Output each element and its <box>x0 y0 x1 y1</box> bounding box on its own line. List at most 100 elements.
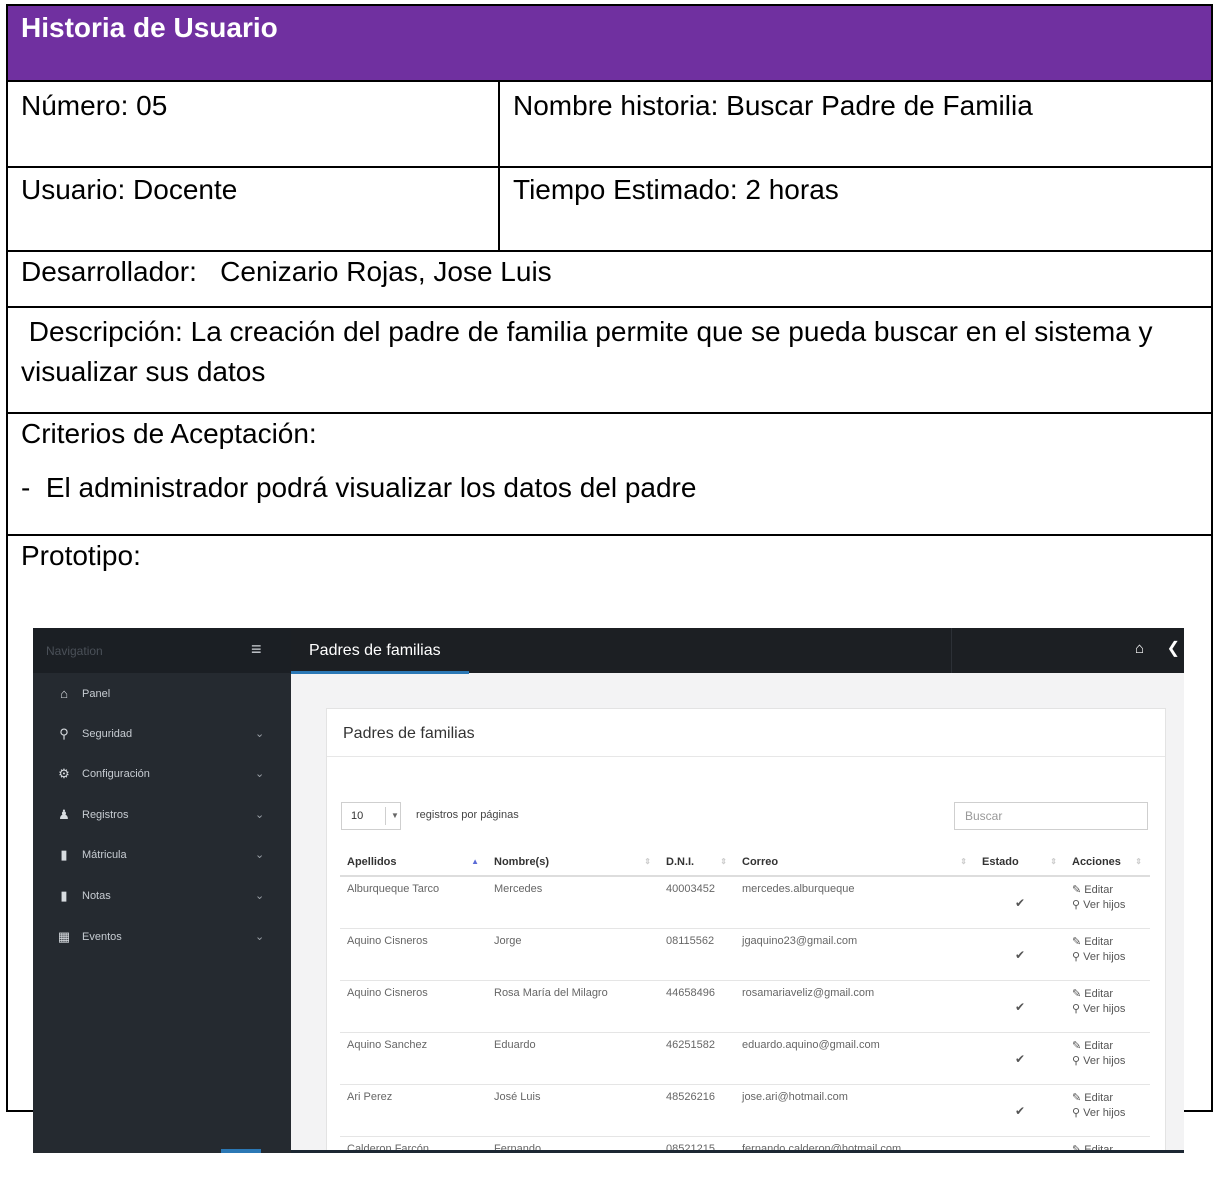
edit-label: Editar <box>1084 1040 1114 1052</box>
sidebar-item-registros[interactable]: ♟ Registros ⌄ <box>33 807 291 847</box>
column-label: Apellidos <box>347 856 397 868</box>
sidebar-item-label: Panel <box>82 688 111 700</box>
developer-text: Desarrollador: Cenizario Rojas, Jose Lui… <box>21 256 552 287</box>
sort-icon: ⇕ <box>960 857 967 866</box>
story-description: Descripción: La creación del padre de fa… <box>5 306 1213 414</box>
cell-nombres: Jorge <box>487 928 659 981</box>
check-icon: ✔ <box>1014 1103 1026 1118</box>
story-developer: Desarrollador: Cenizario Rojas, Jose Lui… <box>5 250 1213 308</box>
cell-correo: mercedes.alburqueque <box>735 876 975 929</box>
view-children-link[interactable]: ⚲ Ver hijos <box>1072 1002 1143 1017</box>
chevron-down-icon: ⌄ <box>255 809 265 821</box>
search-icon: ⚲ <box>1072 1107 1081 1119</box>
chevron-left-icon[interactable]: ❮ <box>1167 638 1180 658</box>
sidebar-item-label: Configuración <box>82 768 150 780</box>
page-title: Padres de familias <box>309 642 441 659</box>
view-children-link[interactable]: ⚲ Ver hijos <box>1072 1054 1143 1069</box>
page-length-select[interactable]: 10 ▼ <box>341 802 401 830</box>
edit-link[interactable]: ✎ Editar <box>1072 883 1143 898</box>
chevron-down-icon: ⌄ <box>255 849 265 861</box>
table-row: Alburqueque Tarco Mercedes 40003452 merc… <box>340 876 1150 929</box>
sidebar-item-eventos[interactable]: ▦ Eventos ⌄ <box>33 929 291 969</box>
table-row: Aquino Cisneros Rosa María del Milagro 4… <box>340 980 1150 1033</box>
pencil-icon: ✎ <box>1072 1092 1082 1104</box>
column-label: D.N.I. <box>666 856 695 868</box>
cell-nombres: Mercedes <box>487 876 659 929</box>
edit-label: Editar <box>1084 988 1114 1000</box>
view-children-link[interactable]: ⚲ Ver hijos <box>1072 950 1143 965</box>
cell-dni: 40003452 <box>659 876 735 929</box>
cell-estado: ✔ <box>975 980 1065 1033</box>
home-icon[interactable]: ⌂ <box>1135 640 1144 657</box>
sidebar: Navigation ≡ ⌂ Panel ⚲ Seguridad ⌄ ⚙ Con… <box>33 628 291 1153</box>
page-length-label: registros por páginas <box>416 809 519 821</box>
sidebar-item-seguridad[interactable]: ⚲ Seguridad ⌄ <box>33 726 291 766</box>
cell-estado: ✔ <box>975 1032 1065 1085</box>
chevron-down-icon: ⌄ <box>255 728 265 740</box>
sidebar-item-panel[interactable]: ⌂ Panel <box>33 686 291 726</box>
story-user: Usuario: Docente <box>6 166 500 252</box>
topbar-divider <box>951 628 952 673</box>
column-header-acciones[interactable]: Acciones ⇕ <box>1065 849 1150 877</box>
cell-correo: eduardo.aquino@gmail.com <box>735 1032 975 1085</box>
column-header-nombres[interactable]: Nombre(s) ⇕ <box>487 849 659 877</box>
column-header-estado[interactable]: Estado ⇕ <box>975 849 1065 877</box>
column-label: Acciones <box>1072 856 1121 868</box>
pencil-icon: ✎ <box>1072 884 1082 896</box>
table-row: Aquino Sanchez Eduardo 46251582 eduardo.… <box>340 1032 1150 1085</box>
cell-apellidos: Aquino Cisneros <box>340 928 487 981</box>
cell-acciones: ✎ Editar ⚲ Ver hijos <box>1065 1084 1150 1137</box>
view-children-link[interactable]: ⚲ Ver hijos <box>1072 898 1143 913</box>
sidebar-item-label: Mátricula <box>82 849 127 861</box>
search-input[interactable]: Buscar <box>954 802 1148 830</box>
sidebar-item-notas[interactable]: ▮ Notas ⌄ <box>33 888 291 928</box>
edit-link[interactable]: ✎ Editar <box>1072 1091 1143 1106</box>
story-estimated-time: Tiempo Estimado: 2 horas <box>497 166 1213 252</box>
parents-table: Apellidos ▲ Nombre(s) ⇕ D.N.I. ⇕ Correo ⇕ Es… <box>340 849 1150 1153</box>
sidebar-item-matricula[interactable]: ▮ Mátricula ⌄ <box>33 847 291 887</box>
table-header-row: Apellidos ▲ Nombre(s) ⇕ D.N.I. ⇕ Correo ⇕ Es… <box>340 849 1150 877</box>
edit-label: Editar <box>1084 884 1114 896</box>
edit-link[interactable]: ✎ Editar <box>1072 987 1143 1002</box>
cell-acciones: ✎ Editar ⚲ Ver hijos <box>1065 980 1150 1033</box>
cell-dni: 48526216 <box>659 1084 735 1137</box>
view-children-label: Ver hijos <box>1083 951 1126 963</box>
chevron-down-icon: ⌄ <box>255 890 265 902</box>
criteria-item: - El administrador podrá visualizar los … <box>21 472 697 503</box>
sort-icon: ⇕ <box>1135 857 1142 866</box>
search-icon: ⚲ <box>1072 899 1081 911</box>
edit-link[interactable]: ✎ Editar <box>1072 1039 1143 1054</box>
sidebar-item-label: Eventos <box>82 931 122 943</box>
story-header: Historia de Usuario <box>5 4 1213 82</box>
cell-nombres: José Luis <box>487 1084 659 1137</box>
page-length-value: 10 <box>351 810 364 822</box>
check-icon: ✔ <box>1014 895 1026 910</box>
cell-dni: 46251582 <box>659 1032 735 1085</box>
cell-acciones: ✎ Editar ⚲ Ver hijos <box>1065 1032 1150 1085</box>
menu-toggle-icon[interactable]: ≡ <box>251 639 262 660</box>
view-children-link[interactable]: ⚲ Ver hijos <box>1072 1106 1143 1121</box>
sidebar-item-configuracion[interactable]: ⚙ Configuración ⌄ <box>33 766 291 806</box>
table-row: Aquino Cisneros Jorge 08115562 jgaquino2… <box>340 928 1150 981</box>
chevron-down-icon: ⌄ <box>255 931 265 943</box>
column-header-dni[interactable]: D.N.I. ⇕ <box>659 849 735 877</box>
cell-acciones: ✎ Editar ⚲ Ver hijos <box>1065 928 1150 981</box>
cell-dni: 08115562 <box>659 928 735 981</box>
book-icon: ▮ <box>60 847 68 862</box>
story-acceptance-criteria: Criterios de Aceptación: - El administra… <box>5 412 1213 536</box>
column-header-correo[interactable]: Correo ⇕ <box>735 849 975 877</box>
cell-nombres: Eduardo <box>487 1032 659 1085</box>
view-children-label: Ver hijos <box>1083 1107 1126 1119</box>
home-icon: ⌂ <box>60 686 68 701</box>
book-icon: ▮ <box>60 888 68 903</box>
column-header-apellidos[interactable]: Apellidos ▲ <box>340 849 487 877</box>
cell-dni: 44658496 <box>659 980 735 1033</box>
column-label: Correo <box>742 856 779 868</box>
sort-icon: ⇕ <box>720 857 727 866</box>
check-icon: ✔ <box>1014 947 1026 962</box>
view-children-label: Ver hijos <box>1083 899 1126 911</box>
cell-correo: jose.ari@hotmail.com <box>735 1084 975 1137</box>
sidebar-item-label: Notas <box>82 890 111 902</box>
prototype-screenshot: Navigation ≡ ⌂ Panel ⚲ Seguridad ⌄ ⚙ Con… <box>33 628 1184 1153</box>
edit-link[interactable]: ✎ Editar <box>1072 935 1143 950</box>
